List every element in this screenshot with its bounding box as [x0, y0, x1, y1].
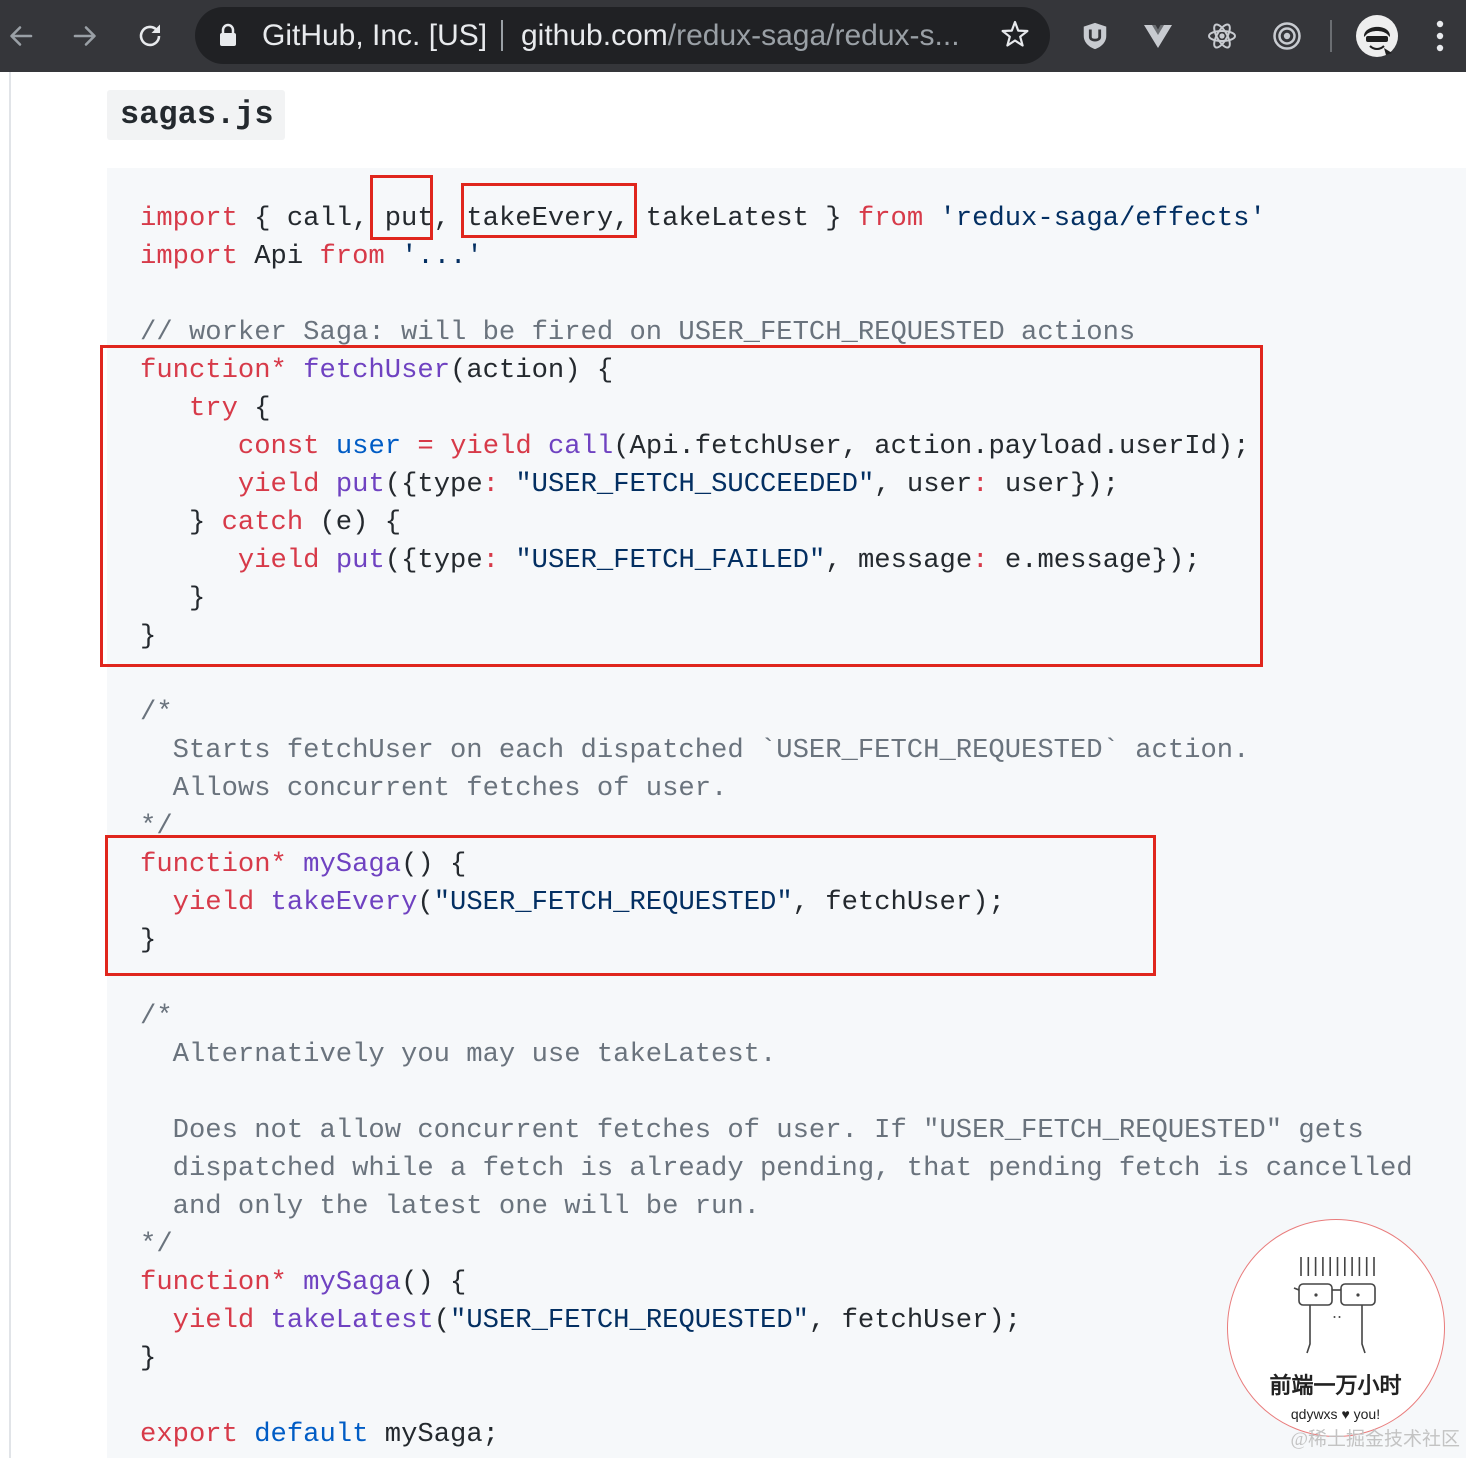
code-line: /* [140, 694, 1466, 732]
code-line: import Api from '...' [140, 238, 1466, 276]
code-line: Starts fetchUser on each dispatched `USE… [140, 732, 1466, 770]
annotation-box-put [370, 175, 433, 240]
kebab-menu-icon [1436, 20, 1444, 52]
url-text[interactable]: github.com/redux-saga/redux-s... [521, 7, 960, 64]
code-token-comment: /* [140, 1001, 173, 1032]
shield-extension-icon [1083, 22, 1107, 50]
url-path: /redux-saga/redux-s... [667, 19, 960, 52]
page-left-border [9, 72, 11, 1458]
star-icon [1001, 20, 1029, 47]
code-token-plain: Api [237, 241, 320, 272]
code-line: /* [140, 998, 1466, 1036]
code-line: dispatched while a fetch is already pend… [140, 1150, 1466, 1188]
file-heading: sagas.js [107, 90, 285, 140]
code-token-plain: , fetchUser); [808, 1305, 1022, 1336]
code-token-keyword: from [857, 203, 924, 234]
code-line: Alternatively you may use takeLatest. [140, 1036, 1466, 1074]
back-button[interactable] [6, 21, 36, 51]
watermark-title: 前端一万小时 [1269, 1374, 1402, 1399]
extension-shield-button[interactable] [1080, 21, 1110, 51]
bookmark-button[interactable] [1000, 20, 1030, 50]
code-line: import { call, put, takeEvery, takeLates… [140, 200, 1466, 238]
extension-vue-button[interactable] [1143, 21, 1173, 51]
site-info-button[interactable] [218, 23, 238, 47]
code-token-constant: default [254, 1419, 369, 1450]
code-token-string: '...' [401, 241, 483, 272]
file-name: sagas.js [120, 96, 274, 133]
profile-button[interactable] [1356, 15, 1398, 57]
code-token-keyword: import [140, 203, 238, 234]
annotation-box-takeevery [461, 183, 637, 238]
annotation-box-worker-saga [100, 345, 1263, 667]
watermark-stamp: 前端一万小时 qdywxs ♥ you! [1227, 1219, 1445, 1437]
toolbar-separator [1330, 20, 1332, 52]
code-token-keyword: import [140, 241, 238, 272]
code-token-comment: and only the latest one will be run. [140, 1191, 760, 1222]
reload-button[interactable] [135, 21, 165, 51]
code-token-string: 'redux-saga/effects' [939, 203, 1266, 234]
omnibox[interactable]: GitHub, Inc. [US] github.com/redux-saga/… [195, 7, 1050, 64]
site-identity[interactable]: GitHub, Inc. [US] [262, 7, 487, 64]
code-token-comment: dispatched while a fetch is already pend… [140, 1153, 1413, 1184]
forward-arrow-icon [73, 26, 96, 46]
code-token-comment: */ [140, 1229, 173, 1260]
code-token-keyword: yield [172, 1305, 255, 1336]
omnibox-separator [501, 20, 503, 51]
code-token-plain: } [140, 1343, 157, 1374]
extension-react-button[interactable] [1207, 21, 1237, 51]
code-token-keyword: function* [140, 1267, 287, 1298]
code-token-comment: Alternatively you may use takeLatest. [140, 1039, 777, 1070]
code-token-entity: takeLatest [270, 1305, 434, 1336]
code-token-comment: Starts fetchUser on each dispatched `USE… [140, 735, 1250, 766]
reload-icon [139, 24, 161, 47]
react-devtools-icon [1208, 23, 1236, 49]
browser-menu-button[interactable] [1434, 18, 1446, 54]
code-token-comment: // worker Saga: will be fired on USER_FE… [140, 317, 1136, 348]
code-line: Does not allow concurrent fetches of use… [140, 1112, 1466, 1150]
back-arrow-icon [10, 26, 33, 46]
code-token-string: "USER_FETCH_REQUESTED" [450, 1305, 809, 1336]
code-token-comment: Allows concurrent fetches of user. [140, 773, 728, 804]
avatar-icon [1356, 15, 1398, 57]
extension-target-button[interactable] [1272, 21, 1302, 51]
code-token-keyword: export [140, 1419, 238, 1450]
code-token-comment: /* [140, 697, 173, 728]
browser-toolbar: GitHub, Inc. [US] github.com/redux-saga/… [0, 0, 1466, 72]
source-watermark: @稀土掘金技术社区 [1290, 1429, 1461, 1450]
target-extension-icon [1273, 22, 1301, 50]
forward-button[interactable] [70, 21, 100, 51]
url-host: github.com [521, 19, 668, 52]
code-token-plain: mySaga; [368, 1419, 499, 1450]
watermark-tagline: qdywxs ♥ you! [1290, 1406, 1381, 1422]
vue-devtools-icon [1144, 25, 1172, 48]
code-token-comment: Does not allow concurrent fetches of use… [140, 1115, 1364, 1146]
code-token-plain: () { [401, 1267, 467, 1298]
code-token-plain: ( [433, 1305, 451, 1336]
annotation-box-watcher-saga [105, 835, 1156, 976]
code-line: Allows concurrent fetches of user. [140, 770, 1466, 808]
code-token-keyword: from [319, 241, 385, 272]
lock-icon [220, 23, 236, 46]
code-token-entity: mySaga [303, 1267, 402, 1298]
